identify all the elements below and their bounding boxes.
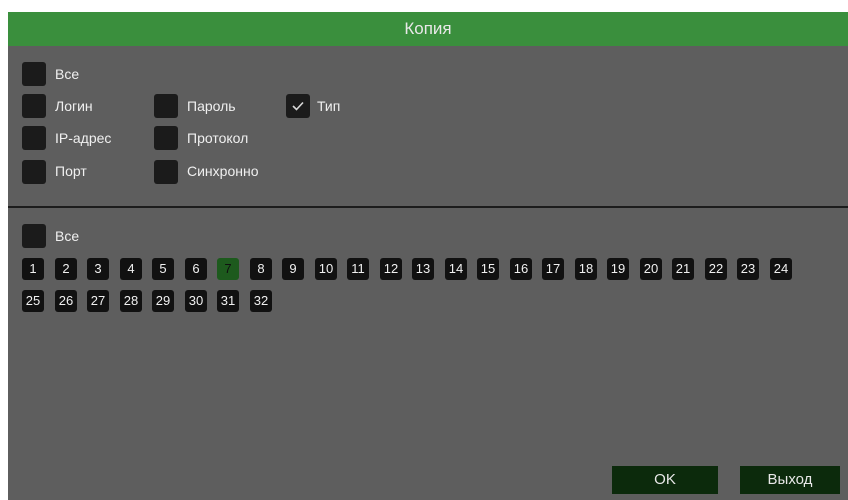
channel-button-11[interactable]: 11	[347, 258, 369, 280]
channel-button-30[interactable]: 30	[185, 290, 207, 312]
all-channels-checkbox[interactable]	[22, 224, 46, 248]
channel-button-23[interactable]: 23	[737, 258, 759, 280]
channel-button-21[interactable]: 21	[672, 258, 694, 280]
sync-label: Синхронно	[187, 163, 259, 179]
channel-button-32[interactable]: 32	[250, 290, 272, 312]
channel-button-13[interactable]: 13	[412, 258, 434, 280]
check-icon	[292, 101, 304, 111]
dialog-title: Копия	[8, 12, 848, 46]
channel-button-8[interactable]: 8	[250, 258, 272, 280]
channel-button-25[interactable]: 25	[22, 290, 44, 312]
channel-button-15[interactable]: 15	[477, 258, 499, 280]
channel-button-18[interactable]: 18	[575, 258, 597, 280]
channel-button-28[interactable]: 28	[120, 290, 142, 312]
all-options-label: Все	[55, 66, 80, 82]
port-checkbox[interactable]	[22, 160, 46, 184]
channel-button-24[interactable]: 24	[770, 258, 792, 280]
all-options-checkbox[interactable]	[22, 62, 46, 86]
channel-button-1[interactable]: 1	[22, 258, 44, 280]
channel-button-6[interactable]: 6	[185, 258, 207, 280]
protocol-checkbox[interactable]	[154, 126, 178, 150]
channel-button-3[interactable]: 3	[87, 258, 109, 280]
channel-button-19[interactable]: 19	[607, 258, 629, 280]
section-divider	[8, 206, 848, 208]
type-checkbox[interactable]	[286, 94, 310, 118]
exit-button[interactable]: Выход	[740, 466, 840, 494]
channel-button-12[interactable]: 12	[380, 258, 402, 280]
channel-button-31[interactable]: 31	[217, 290, 239, 312]
login-label: Логин	[55, 98, 93, 114]
port-label: Порт	[55, 163, 87, 179]
all-channels-label: Все	[55, 228, 80, 244]
channel-button-4[interactable]: 4	[120, 258, 142, 280]
channel-button-14[interactable]: 14	[445, 258, 467, 280]
channel-button-7[interactable]: 7	[217, 258, 239, 280]
channel-button-10[interactable]: 10	[315, 258, 337, 280]
ip-address-checkbox[interactable]	[22, 126, 46, 150]
login-checkbox[interactable]	[22, 94, 46, 118]
channel-button-2[interactable]: 2	[55, 258, 77, 280]
copy-dialog: Копия Все Логин Пароль Тип IP-адрес Прот…	[8, 12, 848, 500]
type-label: Тип	[317, 98, 341, 114]
channel-button-9[interactable]: 9	[282, 258, 304, 280]
channel-button-29[interactable]: 29	[152, 290, 174, 312]
channel-button-20[interactable]: 20	[640, 258, 662, 280]
channel-button-27[interactable]: 27	[87, 290, 109, 312]
ok-button[interactable]: OK	[612, 466, 718, 494]
channel-button-17[interactable]: 17	[542, 258, 564, 280]
channel-button-22[interactable]: 22	[705, 258, 727, 280]
sync-checkbox[interactable]	[154, 160, 178, 184]
password-checkbox[interactable]	[154, 94, 178, 118]
channel-button-16[interactable]: 16	[510, 258, 532, 280]
password-label: Пароль	[187, 98, 236, 114]
ip-address-label: IP-адрес	[55, 130, 112, 146]
channel-button-5[interactable]: 5	[152, 258, 174, 280]
protocol-label: Протокол	[187, 130, 249, 146]
channel-button-26[interactable]: 26	[55, 290, 77, 312]
